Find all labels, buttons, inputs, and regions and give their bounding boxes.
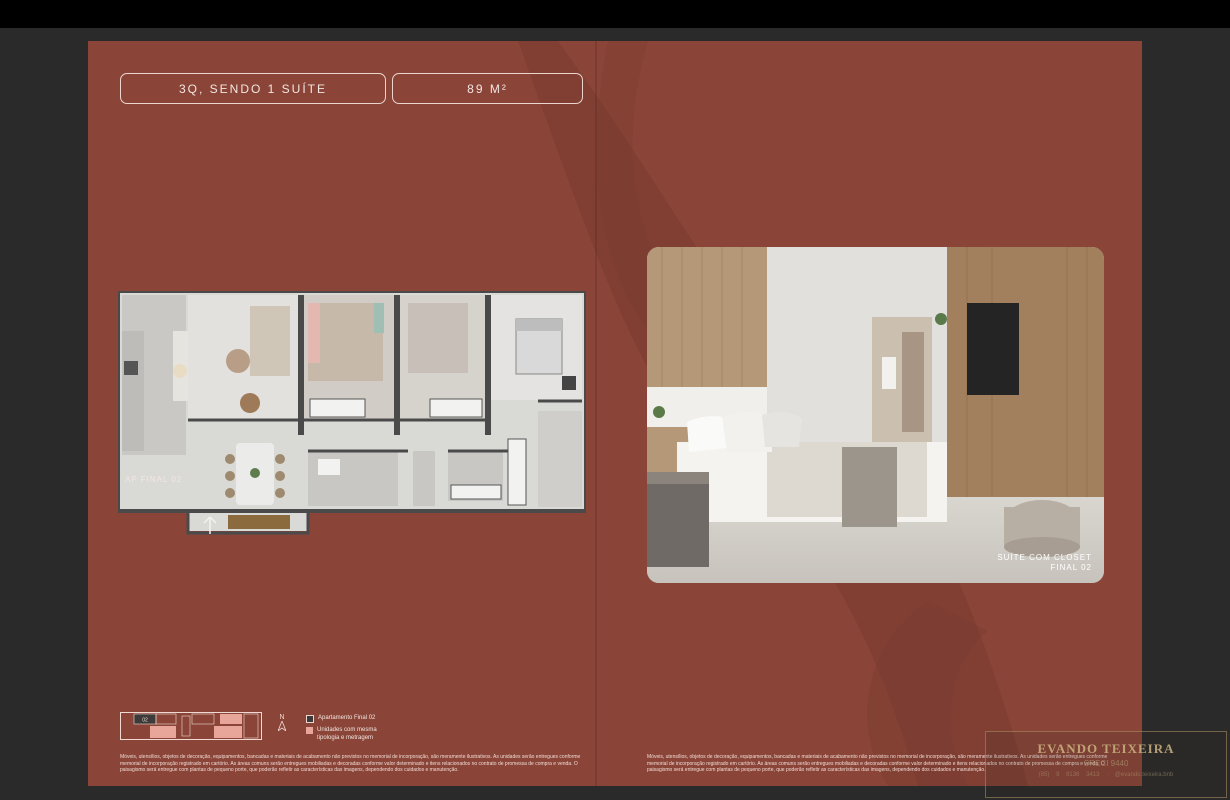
- photo-caption: SUÍTE COM CLOSET FINAL 02: [997, 553, 1092, 573]
- brochure-spread: 3Q, SENDO 1 SUÍTE 89 M² AP FINAL 02 SUÍT…: [88, 41, 1142, 786]
- bedroom-render: [647, 247, 1104, 583]
- disclaimer-left: Móveis, utensílios, objetos de decoração…: [120, 754, 581, 773]
- watermark-name: EVANDO TEIXEIRA: [1037, 741, 1175, 756]
- north-indicator: N: [277, 714, 287, 733]
- key-plan: 02: [120, 712, 262, 745]
- legend-label-unit: Apartamento Final 02: [318, 715, 376, 721]
- legend-item-same-type: Unidades com mesma tipologia e metragem: [306, 726, 387, 742]
- watermark-creci: CRECI 9440: [1083, 759, 1129, 768]
- legend-item-unit: Apartamento Final 02: [306, 714, 387, 723]
- suite-photo: SUÍTE COM CLOSET FINAL 02: [647, 247, 1104, 583]
- north-label: N: [279, 714, 285, 721]
- key-plan-diagram: 02: [120, 712, 262, 740]
- legend-swatch-unit: [306, 715, 314, 723]
- key-plan-unit: 02: [142, 718, 148, 724]
- photo-caption-line2: FINAL 02: [1050, 563, 1092, 572]
- top-bar: [0, 0, 1230, 28]
- legend: Apartamento Final 02 Unidades com mesma …: [306, 714, 387, 745]
- page-fold: [595, 41, 597, 786]
- floorplan-label: AP FINAL 02: [125, 475, 183, 484]
- suites-pill: 3Q, SENDO 1 SUÍTE: [120, 73, 386, 104]
- photo-caption-line1: SUÍTE COM CLOSET: [997, 553, 1092, 562]
- watermark: EVANDO TEIXEIRA CRECI 9440 (85) 9 8136 3…: [985, 731, 1227, 798]
- legend-swatch-same-type: [306, 727, 313, 734]
- area-pill: 89 M²: [392, 73, 583, 104]
- watermark-contact: (85) 9 8136 3413 · @evando.teixeira.bnb: [1038, 772, 1174, 778]
- floor-plan: [118, 291, 586, 535]
- compass-arrow-icon: [277, 719, 287, 733]
- legend-label-same-type: Unidades com mesma tipologia e metragem: [317, 727, 377, 741]
